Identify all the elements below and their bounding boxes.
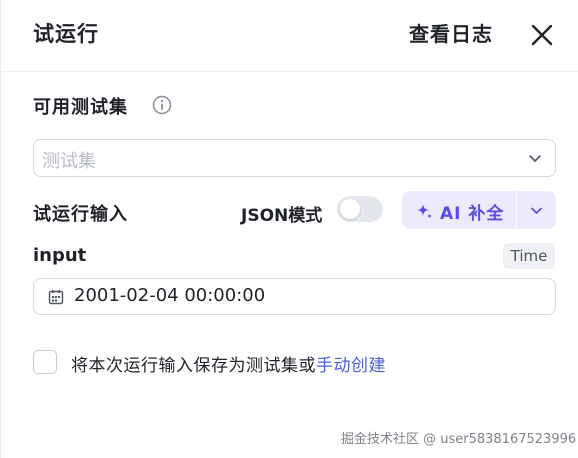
datetime-input[interactable]: 2001-02-04 00:00:00 — [33, 278, 556, 315]
test-set-select[interactable]: 测试集 — [33, 139, 556, 177]
page-title: 试运行 — [33, 22, 99, 46]
test-run-panel: 试运行 查看日志 可用测试集 测试集 试运行输入 JSON模式 AI 补全 in… — [0, 0, 578, 458]
save-as-test-set-text: 将本次运行输入保存为测试集或手动创建 — [71, 351, 386, 376]
test-set-label: 可用测试集 — [33, 97, 128, 118]
close-icon — [531, 24, 553, 46]
json-mode-toggle[interactable] — [337, 196, 383, 222]
field-type-text: Time — [510, 247, 548, 265]
save-as-test-set-checkbox[interactable] — [33, 350, 57, 374]
chevron-down-icon — [529, 155, 541, 162]
manual-create-link[interactable]: 手动创建 — [316, 356, 386, 376]
json-mode-label: JSON模式 — [241, 206, 323, 226]
save-option-label: 将本次运行输入保存为测试集或 — [71, 356, 316, 376]
info-icon[interactable] — [152, 95, 172, 115]
run-input-label: 试运行输入 — [33, 204, 128, 225]
view-log-button[interactable]: 查看日志 — [409, 18, 493, 47]
watermark: 掘金技术社区 @ user5838167523996 — [341, 432, 577, 447]
panel-header: 试运行 查看日志 — [1, 0, 578, 72]
datetime-value: 2001-02-04 00:00:00 — [74, 285, 266, 306]
sparkle-icon — [417, 204, 432, 219]
chevron-down-icon — [531, 207, 542, 214]
field-type-badge: Time — [503, 243, 555, 269]
ai-fill-label: AI 补全 — [440, 204, 505, 224]
ai-fill-button[interactable]: AI 补全 — [402, 191, 516, 229]
calendar-icon — [48, 290, 64, 305]
field-name-label: input — [33, 245, 87, 266]
toggle-knob — [340, 199, 360, 219]
test-set-select-placeholder: 测试集 — [42, 151, 96, 172]
close-button[interactable] — [529, 22, 555, 48]
ai-fill-button-group: AI 补全 — [402, 191, 556, 229]
ai-fill-dropdown-button[interactable] — [517, 191, 556, 229]
